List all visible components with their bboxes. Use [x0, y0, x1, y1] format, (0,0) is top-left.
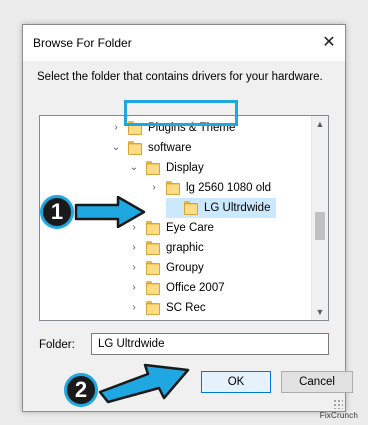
tree-item-software[interactable]: ⌄ software — [110, 138, 191, 158]
scroll-down-arrow-icon[interactable]: ▼ — [312, 304, 328, 320]
folder-field-label: Folder: — [39, 339, 75, 351]
instruction-text: Select the folder that contains drivers … — [37, 71, 323, 83]
tree-item-label: Display — [166, 162, 204, 174]
tree-item-graphic[interactable]: › graphic — [128, 238, 204, 258]
chevron-right-icon[interactable]: › — [128, 258, 140, 278]
chevron-right-icon[interactable]: › — [148, 178, 160, 198]
tree-item-label: Office 2007 — [166, 282, 225, 294]
scroll-up-arrow-icon[interactable]: ▲ — [312, 116, 328, 132]
tree-item-label: SC Rec — [166, 302, 206, 314]
tree-item-office-2007[interactable]: › Office 2007 — [128, 278, 225, 298]
tree-item-lg-2560-1080-old[interactable]: › lg 2560 1080 old — [148, 178, 271, 198]
tree-item-label: LG Ultrdwide — [204, 202, 271, 214]
scroll-thumb[interactable] — [315, 212, 325, 240]
ok-button[interactable]: OK — [201, 371, 271, 393]
chevron-right-icon[interactable]: › — [128, 238, 140, 258]
tree-item-label: Groupy — [166, 262, 204, 274]
step-1-arrow-icon — [74, 196, 146, 228]
chevron-right-icon[interactable]: › — [128, 278, 140, 298]
step-2-badge: 2 — [64, 373, 98, 407]
cancel-button[interactable]: Cancel — [281, 371, 353, 393]
tree-item-sc-rec[interactable]: › SC Rec — [128, 298, 206, 318]
tree-item-label: software — [148, 142, 192, 154]
tree-item-groupy[interactable]: › Groupy — [128, 258, 204, 278]
tree-item-label: Plugins & Theme — [148, 122, 236, 134]
folder-icon — [146, 281, 160, 295]
folder-icon — [146, 161, 160, 175]
watermark-logo: FixCrunch — [319, 411, 358, 420]
window-title: Browse For Folder — [33, 36, 132, 50]
folder-icon — [184, 201, 198, 215]
folder-icon — [146, 301, 160, 315]
title-bar: Browse For Folder ✕ — [23, 25, 345, 61]
close-icon[interactable]: ✕ — [319, 33, 339, 53]
tree-item-label: lg 2560 1080 old — [186, 182, 272, 194]
folder-icon — [146, 261, 160, 275]
folder-icon — [128, 121, 142, 135]
folder-input[interactable] — [91, 333, 329, 355]
folder-icon — [146, 241, 160, 255]
vertical-scrollbar[interactable]: ▲ ▼ — [311, 116, 328, 320]
tree-item-label: Eye Care — [166, 222, 214, 234]
chevron-down-icon[interactable]: ⌄ — [110, 138, 122, 158]
folder-icon — [128, 141, 142, 155]
folder-icon — [146, 221, 160, 235]
chevron-right-icon[interactable]: › — [128, 298, 140, 318]
chevron-right-icon[interactable]: › — [110, 118, 122, 138]
step-1-badge: 1 — [40, 195, 74, 229]
step-2-arrow-icon — [98, 363, 190, 404]
tree-item-lg-ultrdwide[interactable]: LG Ultrdwide — [166, 198, 277, 218]
folder-icon — [166, 181, 180, 195]
resize-grip-icon[interactable] — [333, 399, 343, 409]
tree-item-plugins-theme[interactable]: › Plugins & Theme — [110, 118, 235, 138]
tree-item-label: graphic — [166, 242, 204, 254]
chevron-down-icon[interactable]: ⌄ — [128, 158, 140, 178]
tree-item-display[interactable]: ⌄ Display — [128, 158, 204, 178]
